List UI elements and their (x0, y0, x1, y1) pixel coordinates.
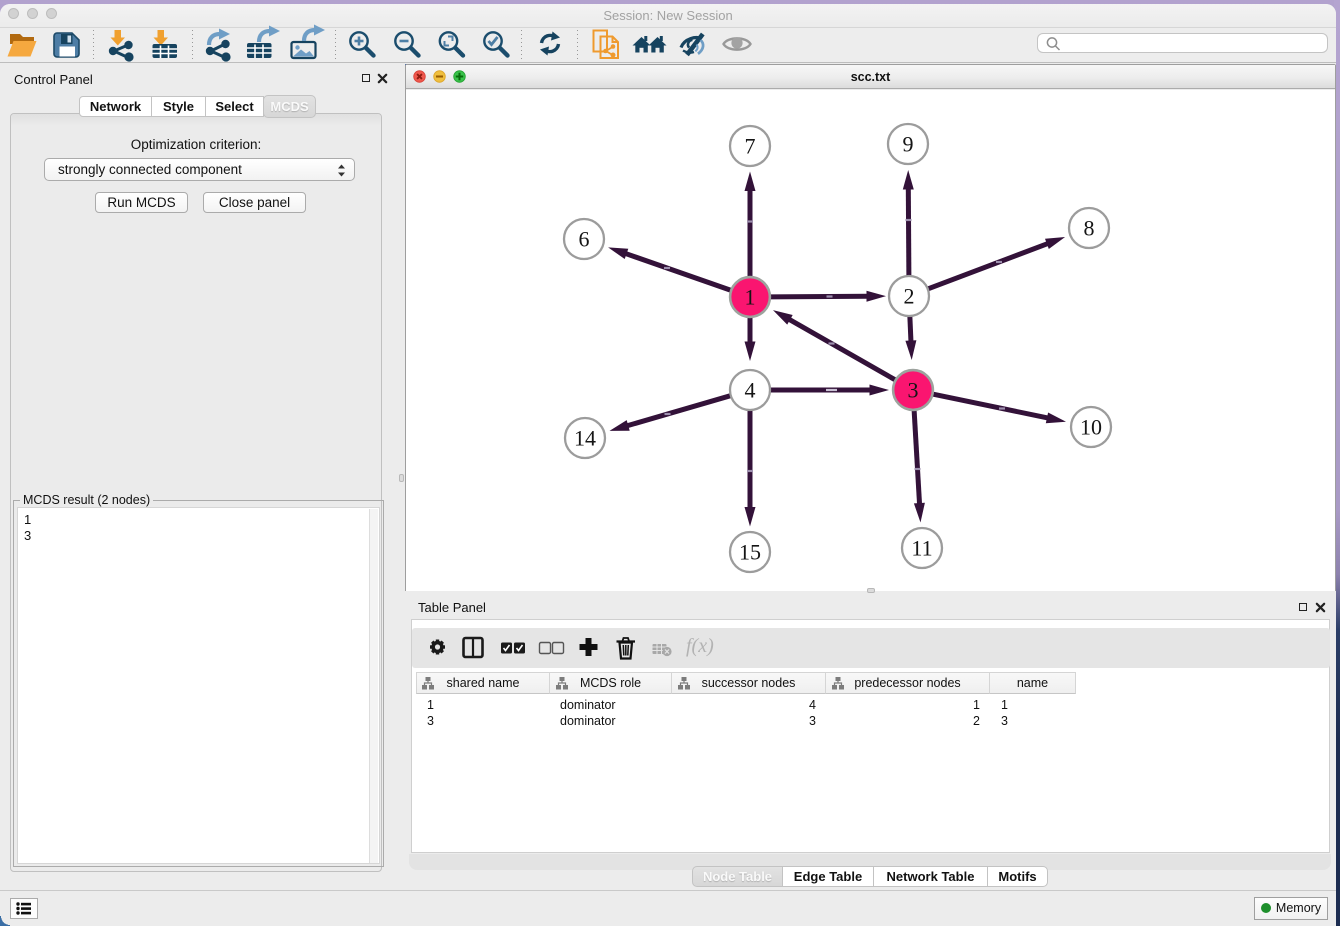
svg-text:11: 11 (911, 536, 932, 561)
svg-text:14: 14 (574, 426, 596, 451)
svg-text:9: 9 (903, 132, 914, 157)
svg-text:8: 8 (1084, 216, 1095, 241)
svg-text:2: 2 (904, 284, 915, 309)
svg-text:7: 7 (745, 134, 756, 159)
svg-text:10: 10 (1080, 415, 1102, 440)
svg-text:6: 6 (579, 227, 590, 252)
svg-text:3: 3 (908, 378, 919, 403)
svg-text:4: 4 (745, 378, 756, 403)
svg-text:1: 1 (745, 285, 756, 310)
svg-text:15: 15 (739, 540, 761, 565)
